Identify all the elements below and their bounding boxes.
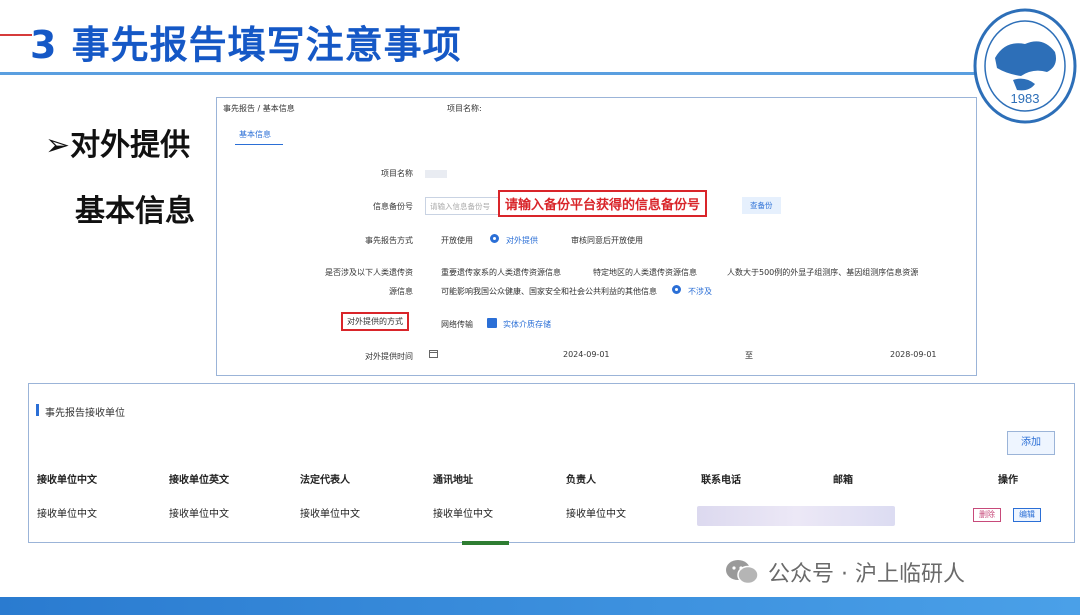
- col-header-address: 通讯地址: [433, 475, 473, 486]
- involve-option-none[interactable]: 不涉及: [688, 286, 712, 297]
- basic-info-form: 事先报告 / 基本信息 项目名称: 基本信息 项目名称 信息备份号 请输入信息备…: [216, 97, 977, 376]
- scrollbar-thumb[interactable]: [462, 541, 509, 545]
- tab-basic-info[interactable]: 基本信息: [239, 129, 271, 140]
- involve-option-other[interactable]: 可能影响我国公众健康、国家安全和社会公共利益的其他信息: [441, 286, 657, 297]
- report-mode-radio-selected[interactable]: [490, 234, 499, 243]
- breadcrumb: 事先报告 / 基本信息: [223, 104, 295, 113]
- redacted-contact-info: [697, 506, 895, 526]
- query-backup-button[interactable]: 查备份: [742, 197, 781, 214]
- report-mode-option-approved[interactable]: 审核同意后开放使用: [571, 235, 643, 246]
- wechat-watermark: 公众号 · 沪上临研人: [724, 555, 965, 589]
- table-cell: 接收单位中文: [433, 509, 493, 520]
- calendar-icon: [429, 350, 438, 358]
- tab-active-indicator: [235, 144, 283, 145]
- seal-year: 1983: [1011, 91, 1040, 106]
- date-end[interactable]: 2028-09-01: [890, 350, 937, 359]
- provide-mode-label: 对外提供的方式: [341, 312, 409, 331]
- report-mode-option-provide[interactable]: 对外提供: [506, 235, 538, 246]
- receiving-section-title: 事先报告接收单位: [45, 408, 125, 419]
- table-cell: 接收单位中文: [300, 509, 360, 520]
- col-header-legal-rep: 法定代表人: [300, 475, 350, 486]
- report-mode-option-open[interactable]: 开放使用: [441, 235, 473, 246]
- date-start[interactable]: 2024-09-01: [563, 350, 610, 359]
- table-cell: 接收单位中文: [169, 509, 229, 520]
- table-cell: 接收单位中文: [566, 509, 626, 520]
- backup-no-callout: 请输入备份平台获得的信息备份号: [498, 190, 708, 217]
- col-header-name-en: 接收单位英文: [169, 475, 229, 486]
- involve-label-line2: 源信息: [389, 287, 413, 296]
- col-header-person-in-charge: 负责人: [566, 475, 596, 486]
- provide-time-range[interactable]: 2024-09-01 至 2028-09-01: [427, 348, 947, 362]
- title-underline: [0, 72, 975, 75]
- title-accent-mark: [0, 34, 32, 36]
- project-name-value-redacted: [425, 170, 447, 178]
- backup-no-label: 信息备份号: [373, 202, 413, 211]
- edit-row-button[interactable]: 编辑: [1013, 508, 1041, 522]
- wechat-icon: [726, 560, 759, 585]
- date-separator: 至: [745, 351, 753, 360]
- provide-mode-option-network[interactable]: 网络传输: [441, 319, 473, 330]
- project-name-header: 项目名称:: [447, 104, 482, 113]
- project-name-label: 项目名称: [381, 169, 413, 178]
- bullet-heading-2: 基本信息: [75, 194, 195, 229]
- watermark-text: 公众号 · 沪上临研人: [768, 562, 965, 587]
- involve-radio-selected[interactable]: [672, 285, 681, 294]
- involve-option-family[interactable]: 重要遗传家系的人类遗传资源信息: [441, 267, 561, 278]
- slide-header: 3 事先报告填写注意事项: [0, 0, 1080, 82]
- col-header-actions: 操作: [998, 475, 1018, 486]
- receiving-units-panel: 事先报告接收单位 添加 接收单位中文 接收单位英文 法定代表人 通讯地址 负责人…: [28, 383, 1075, 545]
- col-header-name-cn: 接收单位中文: [37, 475, 97, 486]
- bullet-heading-1: ➢对外提供: [45, 128, 191, 163]
- provide-mode-option-media[interactable]: 实体介质存储: [503, 319, 551, 330]
- involve-label-line1: 是否涉及以下人类遗传资: [325, 268, 413, 277]
- slide-footer-strip: [0, 597, 1080, 615]
- society-seal-logo: 1983: [973, 8, 1077, 124]
- col-header-email: 邮箱: [833, 475, 853, 486]
- involve-option-region[interactable]: 特定地区的人类遗传资源信息: [593, 267, 697, 278]
- section-marker: [36, 404, 39, 416]
- table-cell: 接收单位中文: [37, 509, 97, 520]
- report-mode-label: 事先报告方式: [365, 236, 413, 245]
- delete-row-button[interactable]: 删除: [973, 508, 1001, 522]
- involve-option-genome[interactable]: 人数大于500例的外显子组测序、基因组测序信息资源: [727, 267, 918, 278]
- provide-mode-checkbox-checked[interactable]: [487, 318, 497, 328]
- add-receiving-unit-button[interactable]: 添加: [1007, 431, 1055, 455]
- slide-title: 3 事先报告填写注意事项: [30, 23, 462, 67]
- col-header-phone: 联系电话: [701, 475, 741, 486]
- provide-time-label: 对外提供时间: [365, 352, 413, 361]
